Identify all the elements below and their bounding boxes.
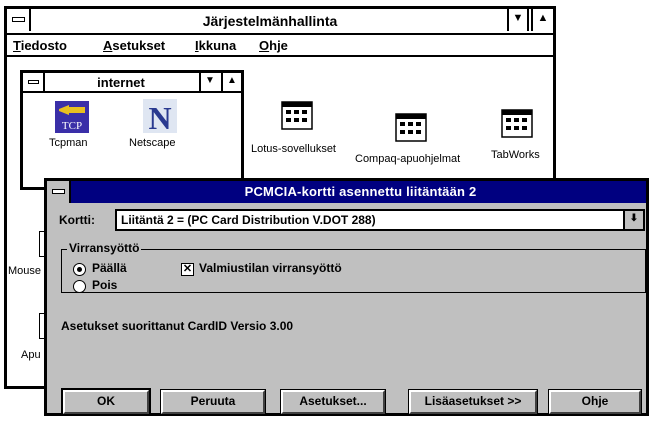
internet-group-window: internet ▼ ▲ TCP Tcpman N Netscape — [20, 70, 244, 190]
maximize-icon[interactable]: ▲ — [531, 9, 553, 31]
group-system-menu-icon[interactable] — [23, 73, 45, 91]
dialog-titlebar[interactable]: PCMCIA-kortti asennettu liitäntään 2 — [47, 181, 646, 203]
netscape-icon[interactable]: N — [143, 99, 177, 136]
radio-paalla-label: Päällä — [92, 261, 127, 275]
dialog-system-menu-icon[interactable] — [47, 181, 71, 203]
internet-group-title: internet — [97, 75, 145, 90]
program-manager-titlebar[interactable]: Järjestelmänhallinta ▼ ▲ — [7, 9, 553, 35]
radio-pois[interactable] — [73, 280, 86, 293]
power-group-box — [61, 249, 646, 293]
tabworks-group-label: TabWorks — [491, 149, 540, 161]
menu-bar: Tiedosto Asetukset Ikkuna Ohje — [7, 35, 553, 57]
apu-group-label: Apu — [21, 349, 41, 361]
minimize-icon[interactable]: ▼ — [507, 9, 529, 31]
help-button[interactable]: Ohje — [548, 389, 642, 415]
menu-tiedosto[interactable]: Tiedosto — [13, 38, 67, 53]
pcmcia-dialog: PCMCIA-kortti asennettu liitäntään 2 Kor… — [44, 178, 649, 416]
system-menu-icon[interactable] — [7, 9, 31, 31]
compaq-group-icon[interactable] — [395, 113, 427, 146]
radio-pois-label: Pois — [92, 278, 118, 292]
dialog-title: PCMCIA-kortti asennettu liitäntään 2 — [244, 184, 477, 199]
menu-ohje[interactable]: Ohje — [259, 38, 288, 53]
tabworks-group-icon[interactable] — [501, 109, 533, 142]
kortti-label: Kortti: — [59, 213, 95, 227]
group-maximize-icon[interactable]: ▲ — [221, 73, 241, 91]
lotus-group-icon[interactable] — [281, 101, 313, 134]
netscape-icon-text: N — [148, 100, 171, 133]
netscape-label: Netscape — [129, 137, 176, 149]
window-title: Järjestelmänhallinta — [202, 13, 338, 29]
menu-asetukset[interactable]: Asetukset — [103, 38, 165, 53]
kortti-select[interactable]: Liitäntä 2 = (PC Card Distribution V.DOT… — [115, 209, 645, 231]
group-minimize-icon[interactable]: ▼ — [199, 73, 219, 91]
tcp-icon-text: TCP — [62, 120, 82, 132]
settings-button[interactable]: Asetukset... — [280, 389, 386, 415]
mouse-group-label: Mouse — [8, 265, 42, 277]
menu-ikkuna[interactable]: Ikkuna — [195, 38, 236, 53]
compaq-group-label: Compaq-apuohjelmat — [355, 153, 461, 165]
cancel-button[interactable]: Peruuta — [160, 389, 266, 415]
standby-label: Valmiustilan virransyöttö — [199, 261, 342, 275]
info-text: Asetukset suorittanut CardID Versio 3.00 — [61, 319, 294, 333]
internet-group-titlebar[interactable]: internet ▼ ▲ — [23, 73, 241, 93]
lotus-group-label: Lotus-sovellukset — [251, 143, 336, 155]
tcpman-label: Tcpman — [49, 137, 88, 149]
advanced-button[interactable]: Lisäasetukset >> — [408, 389, 538, 415]
kortti-value: Liitäntä 2 = (PC Card Distribution V.DOT… — [121, 213, 376, 227]
tcp-icon[interactable]: TCP — [55, 101, 89, 136]
power-group-label: Virransyöttö — [67, 241, 142, 255]
radio-paalla[interactable] — [73, 263, 86, 276]
standby-checkbox[interactable]: ✕ — [181, 263, 194, 276]
dropdown-arrow-icon[interactable]: ⬇ — [623, 211, 643, 229]
ok-button[interactable]: OK — [61, 388, 151, 416]
